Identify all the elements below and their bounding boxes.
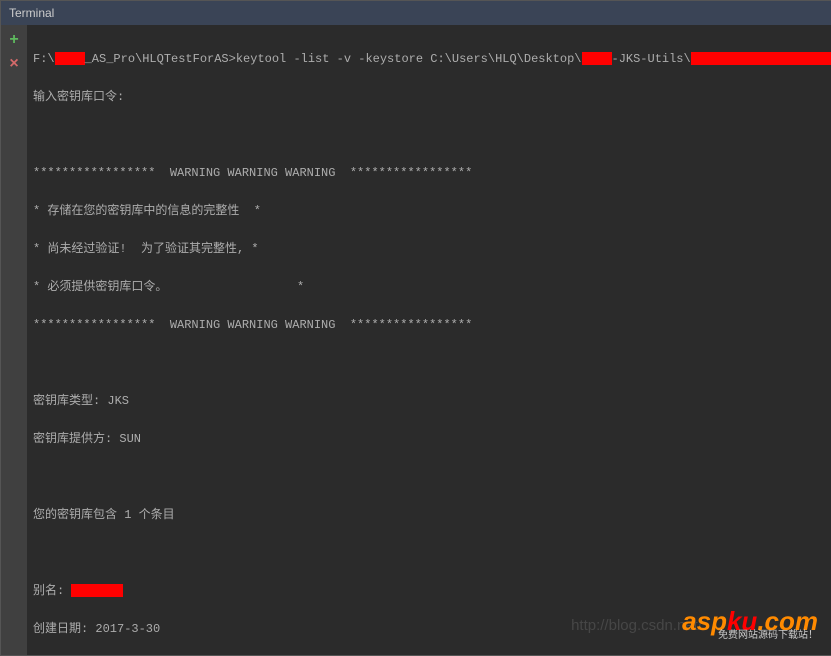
site-tagline: 免费网站源码下载站！ [718, 626, 818, 645]
warn-stars: ***************** WARNING WARNING WARNIN… [33, 316, 828, 335]
cmd-line: F:\_AS_Pro\HLQTestForAS>keytool -list -v… [33, 50, 828, 69]
close-session-icon[interactable]: × [9, 55, 19, 73]
keystore-type: 密钥库类型: JKS [33, 392, 828, 411]
terminal-output[interactable]: F:\_AS_Pro\HLQTestForAS>keytool -list -v… [27, 25, 831, 655]
keystore-provider: 密钥库提供方: SUN [33, 430, 828, 449]
gutter: + × [1, 25, 27, 655]
warn-line: * 存储在您的密钥库中的信息的完整性 * [33, 202, 828, 221]
warn-line: * 尚未经过验证! 为了验证其完整性, * [33, 240, 828, 259]
redacted [55, 52, 85, 65]
redacted [71, 584, 123, 597]
title-bar: Terminal [1, 1, 831, 25]
terminal-body: + × F:\_AS_Pro\HLQTestForAS>keytool -lis… [1, 25, 831, 655]
redacted [691, 52, 831, 65]
add-session-icon[interactable]: + [9, 31, 19, 49]
warn-stars: ***************** WARNING WARNING WARNIN… [33, 164, 828, 183]
entries-count: 您的密钥库包含 1 个条目 [33, 506, 828, 525]
alias-line: 别名: [33, 582, 828, 601]
enter-password: 输入密钥库口令: [33, 88, 828, 107]
terminal-window: Terminal + × F:\_AS_Pro\HLQTestForAS>key… [0, 0, 831, 656]
redacted [582, 52, 612, 65]
title-text: Terminal [9, 6, 54, 20]
warn-line: * 必须提供密钥库口令。 * [33, 278, 828, 297]
